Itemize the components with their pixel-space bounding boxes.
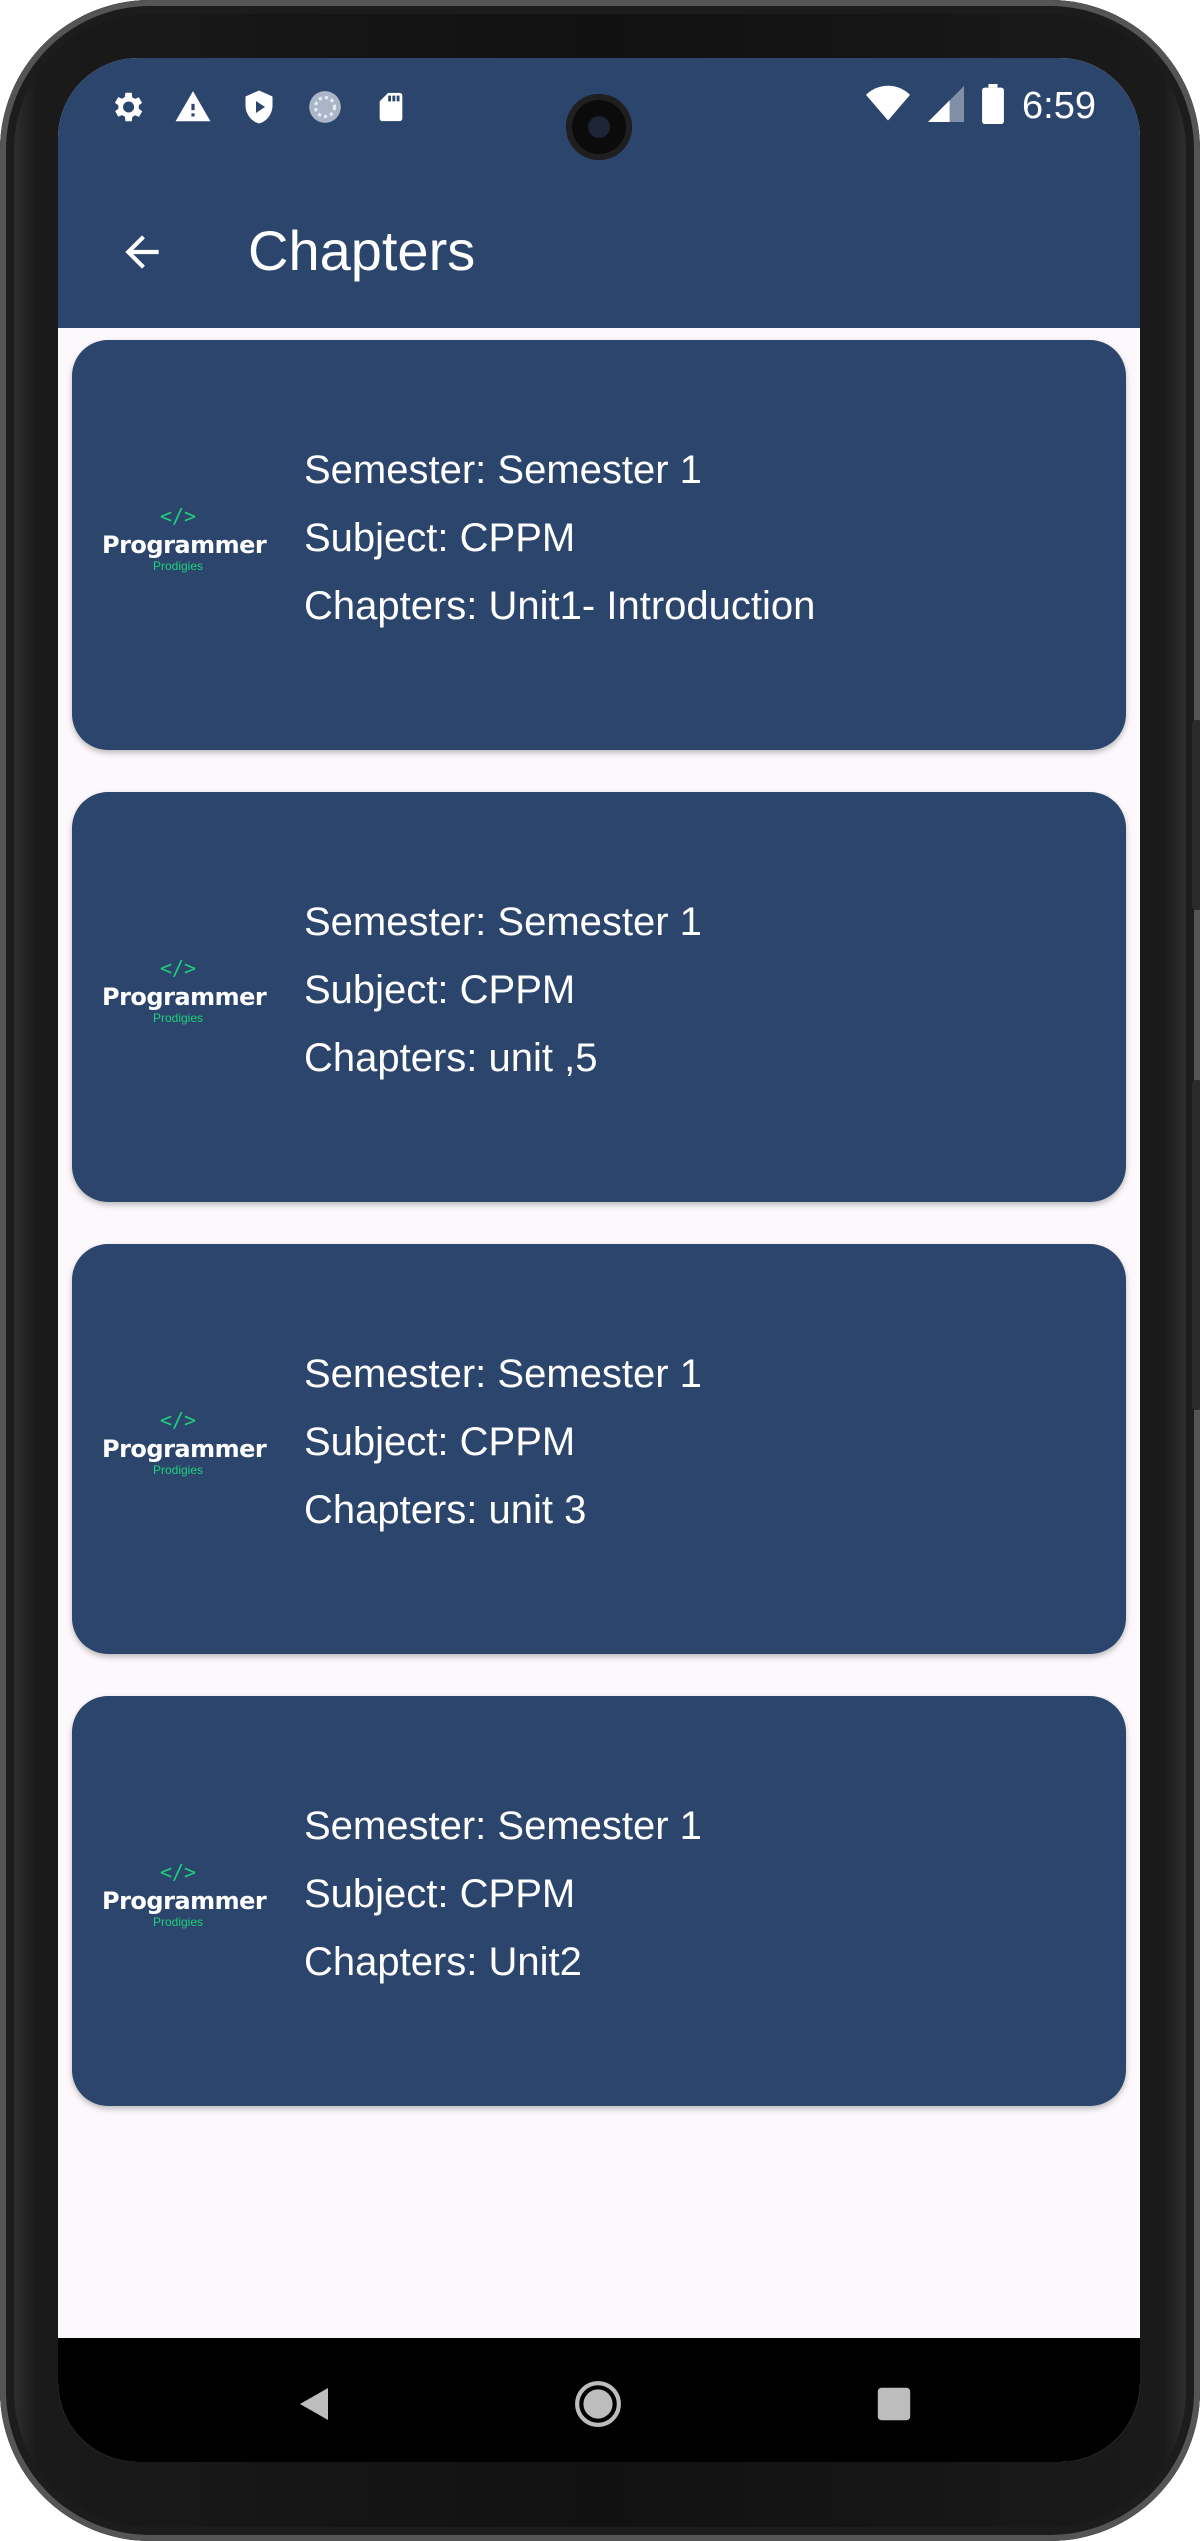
- circle-loading-icon: [306, 88, 344, 126]
- chapters-label: Chapters: unit ,5: [304, 1036, 598, 1080]
- arrow-left-icon: [125, 235, 159, 269]
- semester-label: Semester: Semester 1: [304, 900, 702, 944]
- chapter-card[interactable]: </> Programmer Prodigies Semester: Semes…: [72, 1244, 1126, 1654]
- shield-play-icon: [240, 88, 278, 126]
- phone-frame: 6:59 Chapters </> Programmer Prodigies S…: [0, 0, 1200, 2541]
- chapters-label: Chapters: unit 3: [304, 1488, 587, 1532]
- code-icon: </>: [159, 1860, 197, 1884]
- subject-label: Subject: CPPM: [304, 1420, 576, 1464]
- power-button: [1192, 720, 1200, 910]
- logo-sub-text: Prodigies: [152, 559, 204, 573]
- chapter-card[interactable]: </> Programmer Prodigies Semester: Semes…: [72, 1696, 1126, 2106]
- logo-main-text: Programmer: [102, 1435, 267, 1463]
- card-details: Semester: Semester 1 Subject: CPPM Chapt…: [304, 888, 702, 1092]
- status-icons-left: [108, 88, 410, 126]
- chapters-label: Chapters: Unit2: [304, 1940, 582, 1984]
- back-button[interactable]: [98, 208, 186, 296]
- card-details: Semester: Semester 1 Subject: CPPM Chapt…: [304, 436, 815, 640]
- logo-sub-text: Prodigies: [152, 1915, 204, 1929]
- semester-label: Semester: Semester 1: [304, 448, 702, 492]
- wifi-icon: [866, 85, 911, 128]
- page-title: Chapters: [248, 219, 476, 282]
- card-details: Semester: Semester 1 Subject: CPPM Chapt…: [304, 1792, 702, 1996]
- logo-main-text: Programmer: [102, 531, 267, 559]
- sd-card-icon: [372, 88, 410, 126]
- chapter-card[interactable]: </> Programmer Prodigies Semester: Semes…: [72, 792, 1126, 1202]
- programmer-prodigies-logo: </> Programmer Prodigies: [102, 1860, 267, 1941]
- status-time: 6:59: [1022, 85, 1096, 127]
- code-icon: </>: [159, 956, 197, 980]
- nav-home-button[interactable]: [558, 2364, 638, 2444]
- nav-back-button[interactable]: [276, 2364, 356, 2444]
- recents-square-icon: [877, 2387, 911, 2421]
- semester-label: Semester: Semester 1: [304, 1352, 702, 1396]
- chapters-label: Chapters: Unit1- Introduction: [304, 584, 816, 628]
- programmer-prodigies-logo: </> Programmer Prodigies: [102, 1408, 267, 1489]
- code-icon: </>: [159, 504, 197, 528]
- card-details: Semester: Semester 1 Subject: CPPM Chapt…: [304, 1340, 702, 1544]
- status-bar: 6:59: [58, 58, 1140, 178]
- cell-signal-icon: [928, 85, 965, 128]
- home-circle-icon: [575, 2381, 621, 2427]
- warning-icon: [174, 88, 212, 126]
- logo-main-text: Programmer: [102, 983, 267, 1011]
- programmer-prodigies-logo: </> Programmer Prodigies: [102, 504, 267, 585]
- status-icons-right: 6:59: [866, 84, 1096, 129]
- code-icon: </>: [159, 1408, 197, 1432]
- semester-label: Semester: Semester 1: [304, 1804, 702, 1848]
- programmer-prodigies-logo: </> Programmer Prodigies: [102, 956, 267, 1037]
- volume-button: [1192, 1080, 1200, 1410]
- battery-icon: [982, 84, 1004, 129]
- back-triangle-icon: [300, 2388, 328, 2420]
- gear-icon: [108, 88, 146, 126]
- subject-label: Subject: CPPM: [304, 968, 576, 1012]
- front-camera: [566, 94, 632, 160]
- subject-label: Subject: CPPM: [304, 516, 576, 560]
- logo-main-text: Programmer: [102, 1887, 267, 1915]
- subject-label: Subject: CPPM: [304, 1872, 576, 1916]
- chapter-list: </> Programmer Prodigies Semester: Semes…: [72, 340, 1126, 2148]
- app-bar: Chapters: [58, 178, 1140, 328]
- chapter-card[interactable]: </> Programmer Prodigies Semester: Semes…: [72, 340, 1126, 750]
- logo-sub-text: Prodigies: [152, 1011, 204, 1025]
- screen: 6:59 Chapters </> Programmer Prodigies S…: [58, 58, 1140, 2462]
- nav-recents-button[interactable]: [854, 2364, 934, 2444]
- logo-sub-text: Prodigies: [152, 1463, 204, 1477]
- system-nav-bar: [58, 2338, 1140, 2462]
